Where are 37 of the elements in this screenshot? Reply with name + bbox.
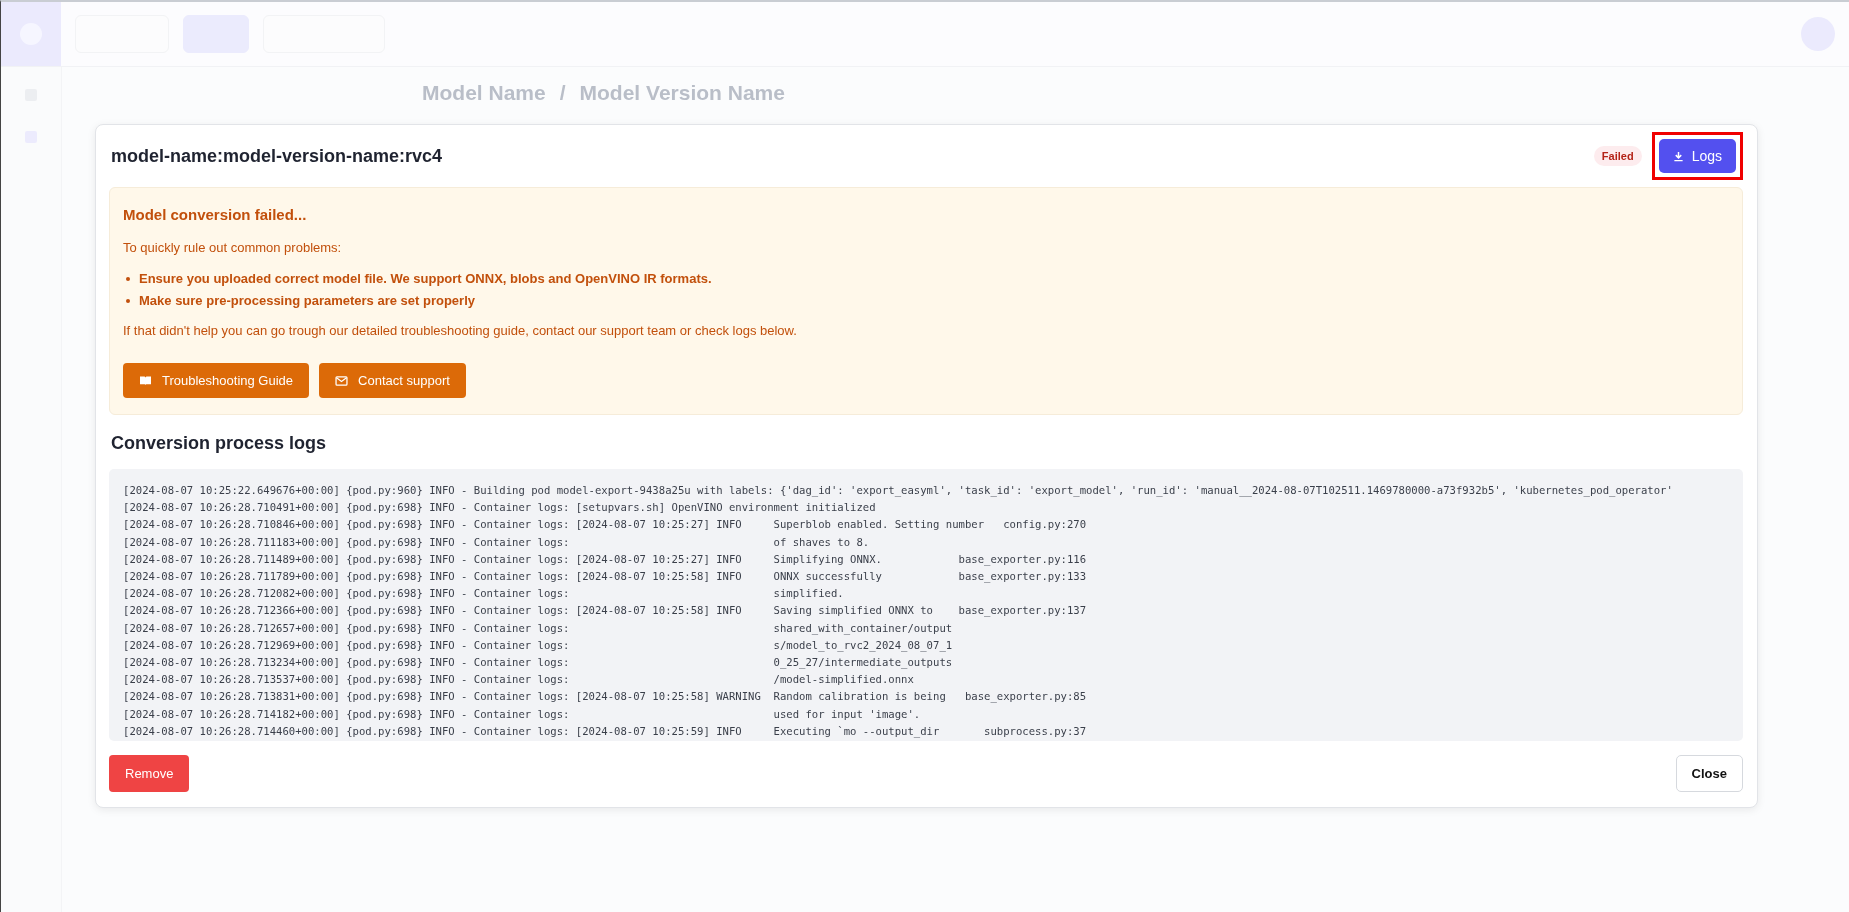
bullet-icon (126, 277, 130, 281)
log-line: [2024-08-07 10:26:28.711183+00:00] {pod.py:698} INFO - Container logs: of shaves to 8. (123, 534, 871, 550)
alert-text: If that didn't help you can go trough our detailed troubleshooting guide, contact our support team or check logs below. (123, 323, 798, 339)
log-line: [2024-08-07 10:26:28.712366+00:00] {pod.py:698} INFO - Container logs: [2024-08-07 10:25:58] INFO Saving simplified ONNX to base_exporter.py:137 (123, 603, 1088, 619)
close-button[interactable]: Close (1675, 755, 1743, 792)
tip-item: Make sure pre-processing parameters are set properly (139, 293, 475, 309)
alert-text: To quickly rule out common problems: (123, 240, 343, 256)
log-line: [2024-08-07 10:26:28.712082+00:00] {pod.py:698} INFO - Container logs: simplified. (123, 586, 845, 602)
log-line: [2024-08-07 10:26:28.714460+00:00] {pod.py:698} INFO - Container logs: [2024-08-07 10:25:59] INFO Executing `mo --output_dir subprocess.py:37 (123, 723, 1088, 740)
log-line: [2024-08-07 10:26:28.711789+00:00] {pod.py:698} INFO - Container logs: [2024-08-07 10:25:58] INFO ONNX successfully base_exporter.py:133 (123, 569, 1088, 585)
log-line: [2024-08-07 10:26:28.710491+00:00] {pod.py:698} INFO - Container logs: [setupvars.sh] OpenVINO environment initialized (123, 500, 877, 516)
remove-button[interactable]: Remove (109, 755, 190, 792)
status-badge: Failed (1593, 146, 1642, 166)
alert-title: Model conversion failed... (123, 206, 308, 223)
section-title: Conversion process logs (111, 433, 328, 454)
breadcrumb-item[interactable]: Model Version Name (579, 81, 785, 105)
contact-support-button[interactable]: Contact support (319, 363, 466, 398)
log-line: [2024-08-07 10:26:28.710846+00:00] {pod.py:698} INFO - Container logs: [2024-08-07 10:25:27] INFO Superblob enabled. Setting number config.py:270 (123, 517, 1088, 533)
download-icon (1672, 150, 1684, 162)
log-line: [2024-08-07 10:26:28.711489+00:00] {pod.py:698} INFO - Container logs: [2024-08-07 10:25:27] INFO Simplifying ONNX. base_exporter.py:116 (123, 551, 1088, 568)
log-line: [2024-08-07 10:26:28.712969+00:00] {pod.py:698} INFO - Container logs: s/model_to_rvc2_2024_08_07_1 (123, 637, 954, 654)
logo-tile[interactable] (1, 2, 61, 66)
guide-button[interactable]: Troubleshooting Guide (123, 363, 310, 398)
log-line: [2024-08-07 10:26:28.712657+00:00] {pod.py:698} INFO - Container logs: shared_with_container/output (123, 620, 954, 637)
logs-button[interactable]: Logs (1658, 139, 1736, 173)
log-line: [2024-08-07 10:26:28.713234+00:00] {pod.py:698} INFO - Container logs: 0_25_27/intermediate_outputs (123, 655, 954, 671)
log-line: [2024-08-07 10:26:28.713537+00:00] {pod.py:698} INFO - Container logs: /model-simplified.onnx (123, 672, 915, 688)
book-icon (139, 375, 152, 386)
tip-item: Ensure you uploaded correct model file. We support ONNX, blobs and OpenVINO IR formats. (139, 271, 712, 287)
breadcrumb-separator: / (559, 81, 566, 105)
log-line: [2024-08-07 10:26:28.714182+00:00] {pod.py:698} INFO - Container logs: used for input 'image'. (123, 706, 922, 722)
breadcrumb-item[interactable]: Model Name (422, 81, 546, 105)
dialog-title: model-name:model-version-name:rvc4 (110, 145, 443, 167)
log-line: [2024-08-07 10:25:22.649676+00:00] {pod.py:960} INFO - Building pod model-export-9438a25u with labels: {'dag_id': 'export_easyml', 'task_id': 'export_model', 'run_id': 'manual__2024-08-07T102511.1469780000-a73f932b5', 'kubernetes_pod_operator' (123, 483, 1674, 499)
mail-icon (335, 375, 349, 386)
log-line: [2024-08-07 10:26:28.713831+00:00] {pod.py:698} INFO - Container logs: [2024-08-07 10:25:58] WARNING Random calibration is being base_exporter.py:85 (123, 689, 1088, 705)
bullet-icon (126, 299, 130, 303)
